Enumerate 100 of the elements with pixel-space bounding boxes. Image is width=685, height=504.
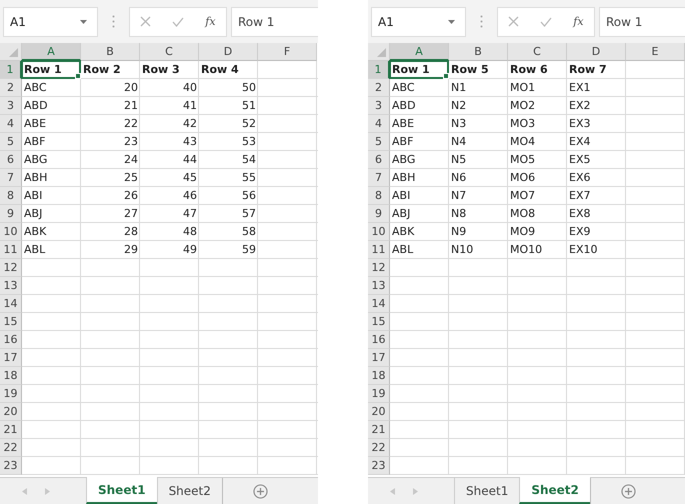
row-header[interactable]: 17 [368, 349, 390, 367]
row-header[interactable]: 18 [368, 367, 390, 385]
formula-field[interactable]: Row 1 [231, 6, 318, 36]
cancel-icon[interactable] [508, 16, 520, 27]
row-header[interactable]: 5 [368, 133, 390, 151]
sheet-tab[interactable]: Sheet2 [519, 477, 590, 504]
table-cell-text: N5 [450, 152, 468, 168]
checkmark-icon[interactable] [540, 16, 552, 26]
column-header[interactable]: A [390, 43, 449, 61]
row-header[interactable]: 9 [368, 205, 390, 223]
table-cell-text: ABF [391, 134, 414, 150]
row-header[interactable]: 5 [0, 133, 22, 151]
scroll-left-icon[interactable] [390, 488, 395, 494]
row-header[interactable]: 11 [368, 241, 390, 259]
row-header[interactable]: 8 [0, 187, 22, 205]
table-cell-text: 41 [182, 98, 198, 114]
table-cell-text: 40 [182, 80, 198, 96]
sheet-tab[interactable]: Sheet2 [156, 478, 222, 504]
row-header[interactable]: 11 [0, 241, 22, 259]
row-header[interactable]: 6 [368, 151, 390, 169]
table-cell-text: Row 4 [200, 62, 240, 78]
formula-field[interactable]: Row 1 [599, 6, 685, 36]
row-header[interactable]: 20 [368, 403, 390, 421]
row-header[interactable]: 21 [368, 421, 390, 439]
row-header[interactable]: 7 [368, 169, 390, 187]
column-header[interactable]: C [508, 43, 567, 61]
row-header[interactable]: 23 [368, 457, 390, 475]
sheet-tab[interactable]: Sheet1 [86, 477, 157, 504]
row-header[interactable]: 12 [0, 259, 22, 277]
table-cell-text: MO6 [509, 170, 536, 186]
scroll-right-icon[interactable] [413, 488, 418, 494]
column-header[interactable]: B [81, 43, 140, 61]
row-header[interactable]: 19 [368, 385, 390, 403]
row-header[interactable]: 1 [368, 61, 390, 79]
column-header[interactable]: A [22, 43, 81, 61]
row-header[interactable]: 13 [368, 277, 390, 295]
column-header[interactable]: E [626, 43, 685, 61]
column-header[interactable]: C [140, 43, 199, 61]
table-cell-text: ABH [391, 170, 416, 186]
row-header[interactable]: 22 [0, 439, 22, 457]
row-header[interactable]: 22 [368, 439, 390, 457]
row-header[interactable]: 16 [0, 331, 22, 349]
row-header[interactable]: 6 [0, 151, 22, 169]
table-cell-text: MO10 [509, 242, 544, 258]
table-cell-text: ABI [23, 188, 44, 204]
insert-function-button[interactable]: fx [573, 15, 584, 28]
row-header[interactable]: 17 [0, 349, 22, 367]
row-header[interactable]: 2 [368, 79, 390, 97]
table-cell-text: ABF [23, 134, 46, 150]
row-header[interactable]: 10 [368, 223, 390, 241]
row-header[interactable]: 4 [368, 115, 390, 133]
table-cell-text: 22 [123, 116, 139, 132]
grip-dots-icon [112, 15, 115, 28]
row-header[interactable]: 7 [0, 169, 22, 187]
table-cell-text: ABL [391, 242, 414, 258]
checkmark-icon[interactable] [172, 16, 184, 26]
scroll-right-icon[interactable] [45, 488, 50, 494]
row-header[interactable]: 19 [0, 385, 22, 403]
row-header[interactable]: 8 [368, 187, 390, 205]
row-header[interactable]: 13 [0, 277, 22, 295]
select-all-corner[interactable] [368, 43, 390, 61]
row-header[interactable]: 4 [0, 115, 22, 133]
table-cell-text: 45 [182, 170, 198, 186]
table-cell-text: MO8 [509, 206, 536, 222]
scroll-left-icon[interactable] [22, 488, 27, 494]
corner-triangle-icon [377, 48, 386, 57]
add-sheet-icon[interactable] [252, 484, 268, 498]
row-header[interactable]: 16 [368, 331, 390, 349]
table-cell-text: EX7 [568, 188, 592, 204]
row-header[interactable]: 12 [368, 259, 390, 277]
column-header[interactable]: B [449, 43, 508, 61]
column-header[interactable]: F [258, 43, 317, 61]
row-header[interactable]: 14 [0, 295, 22, 313]
row-header[interactable]: 20 [0, 403, 22, 421]
row-header[interactable]: 10 [0, 223, 22, 241]
insert-function-button[interactable]: fx [205, 15, 216, 28]
table-cell-text: 27 [123, 206, 139, 222]
row-header[interactable]: 3 [368, 97, 390, 115]
cancel-icon[interactable] [140, 16, 152, 27]
row-header[interactable]: 9 [0, 205, 22, 223]
name-box[interactable]: A1 [3, 6, 98, 36]
name-box[interactable]: A1 [371, 6, 466, 36]
table-cell-text: 51 [241, 98, 257, 114]
grip-dots-icon [480, 15, 483, 28]
add-sheet-icon[interactable] [620, 484, 636, 498]
table-cell-text: N7 [450, 188, 468, 204]
row-header[interactable]: 2 [0, 79, 22, 97]
column-header[interactable]: D [567, 43, 626, 61]
row-header[interactable]: 15 [368, 313, 390, 331]
table-cell-text: N1 [450, 80, 468, 96]
column-header[interactable]: D [199, 43, 258, 61]
row-header[interactable]: 23 [0, 457, 22, 475]
row-header[interactable]: 21 [0, 421, 22, 439]
row-header[interactable]: 3 [0, 97, 22, 115]
select-all-corner[interactable] [0, 43, 22, 61]
dropdown-caret-icon [448, 20, 455, 24]
row-header[interactable]: 1 [0, 61, 22, 79]
row-header[interactable]: 18 [0, 367, 22, 385]
row-header[interactable]: 14 [368, 295, 390, 313]
row-header[interactable]: 15 [0, 313, 22, 331]
